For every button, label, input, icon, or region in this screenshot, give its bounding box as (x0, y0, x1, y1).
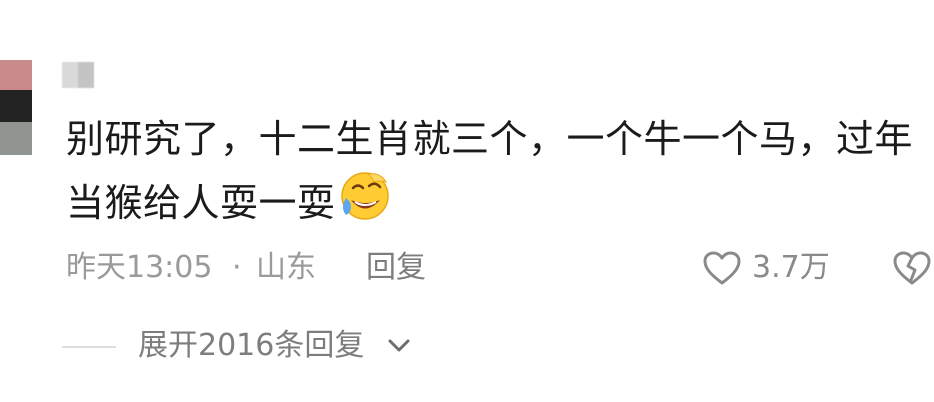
avatar-segment (0, 60, 32, 90)
divider-line (62, 346, 116, 348)
like-count: 3.7万 (752, 250, 830, 285)
comment-text: 别研究了，十二生肖就三个，一个牛一个马，过年 当猴给人耍一耍 (66, 108, 928, 234)
comment-meta: 昨天13:05 · 山东 回复 3.7万 (66, 248, 934, 288)
comment-location: 山东 (256, 250, 316, 285)
avatar-segment (0, 122, 32, 155)
avatar[interactable] (0, 60, 32, 155)
expand-replies-label: 展开2016条回复 (138, 328, 365, 363)
avatar-segment (0, 90, 32, 122)
comment-line-1: 别研究了，十二生肖就三个，一个牛一个马，过年 (66, 117, 914, 161)
username-redacted[interactable] (62, 62, 94, 88)
dislike-button[interactable] (892, 250, 932, 286)
meta-separator: · (232, 250, 242, 285)
broken-heart-icon (893, 251, 931, 285)
comment-line-2: 当猴给人耍一耍 (66, 170, 928, 234)
comment-time: 昨天13:05 (66, 250, 213, 285)
expand-replies-button[interactable]: 展开2016条回复 (62, 326, 462, 366)
comment-line-2-text: 当猴给人耍一耍 (66, 181, 336, 225)
heart-outline-icon (703, 251, 741, 285)
reply-button[interactable]: 回复 (366, 248, 426, 288)
laughing-crying-face-icon (338, 170, 390, 222)
chevron-down-icon (388, 339, 410, 352)
